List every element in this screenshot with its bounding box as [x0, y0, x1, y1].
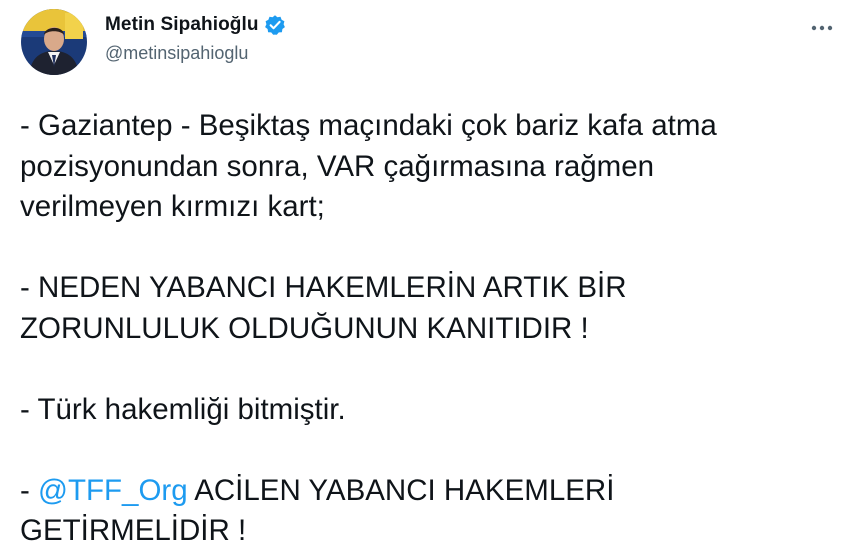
author-name-row: Metin Sipahioğlu	[105, 13, 286, 37]
tweet-line: - Türk hakemliği bitmiştir.	[20, 392, 346, 426]
tweet-line: - @TFF_Org ACİLEN YABANCI HAKEMLERİ	[20, 471, 840, 512]
author-handle[interactable]: @metinsipahioglu	[105, 43, 286, 64]
avatar[interactable]	[21, 9, 87, 75]
line-text: ACİLEN YABANCI HAKEMLERİ	[187, 473, 615, 507]
tweet-line: ZORUNLULUK OLDUĞUNUN KANITIDIR !	[20, 311, 589, 345]
mention-link[interactable]: @TFF_Org	[38, 474, 188, 507]
author-display-name[interactable]: Metin Sipahioğlu	[105, 14, 259, 36]
more-horizontal-icon	[811, 25, 833, 31]
tweet-line: - Gaziantep - Beşiktaş maçındaki çok bar…	[20, 109, 717, 142]
more-options-button[interactable]	[805, 16, 839, 40]
tweet-line: verilmeyen kırmızı kart;	[20, 190, 325, 223]
verified-badge-icon	[264, 14, 286, 36]
tweet-line: pozisyonundan sonra, VAR çağırmasına rağ…	[20, 149, 655, 183]
author-info: Metin Sipahioğlu @metinsipahioglu	[105, 13, 286, 64]
tweet-text: - Gaziantep - Beşiktaş maçındaki çok bar…	[20, 106, 840, 552]
tweet-line: GETİRMELİDİR !	[20, 514, 247, 547]
line-prefix: -	[20, 473, 39, 507]
avatar-image	[21, 9, 87, 75]
tweet-card: Metin Sipahioğlu @metinsipahioglu - Gazi…	[0, 0, 859, 555]
tweet-line: - NEDEN YABANCI HAKEMLERİN ARTIK BİR	[20, 271, 627, 304]
